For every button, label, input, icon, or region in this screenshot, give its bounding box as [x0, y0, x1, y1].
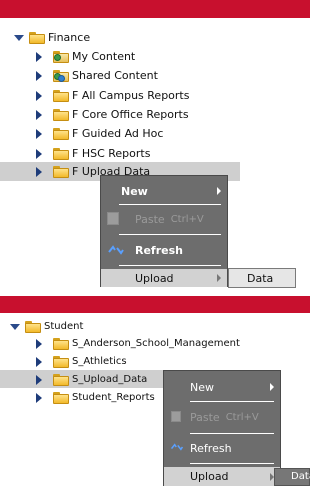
tree-label: F Core Office Reports [72, 108, 189, 121]
collapse-arrow-icon[interactable] [36, 148, 42, 159]
menu-label: Refresh [135, 243, 183, 257]
expand-arrow-icon[interactable] [10, 323, 20, 330]
submenu-arrow-icon [217, 274, 221, 282]
tree-label: Finance [48, 31, 91, 44]
upload-submenu: Data [274, 468, 310, 486]
menu-label: New [121, 184, 148, 198]
menu-label: Refresh [190, 441, 232, 455]
context-menu: New Paste Ctrl+V Refresh Upload [163, 370, 281, 486]
menu-shortcut: Ctrl+V [170, 213, 204, 225]
tree-item-f-core-office-reports[interactable]: F Core Office Reports [36, 105, 189, 124]
menu-separator [190, 433, 274, 434]
menu-separator [119, 204, 221, 205]
menu-separator [119, 265, 221, 266]
folder-icon [53, 165, 69, 178]
student-panel: Student S_Anderson_School_Management S_A… [0, 296, 310, 490]
menu-label: Paste [135, 212, 165, 226]
folder-icon [53, 147, 69, 160]
tree-item-s-anderson-school-management[interactable]: S_Anderson_School_Management [36, 334, 240, 353]
collapse-arrow-icon[interactable] [36, 51, 42, 62]
tree-label: My Content [72, 50, 136, 63]
menu-separator [190, 463, 274, 464]
menu-item-new[interactable]: New [164, 377, 280, 397]
menu-label: Upload [135, 271, 174, 285]
collapse-arrow-icon[interactable] [36, 338, 42, 349]
paste-icon [171, 411, 181, 422]
collapse-arrow-icon[interactable] [36, 374, 42, 385]
folder-icon [53, 89, 69, 102]
tree-label: F HSC Reports [72, 147, 151, 160]
paste-icon [107, 212, 119, 225]
submenu-item-data[interactable]: Data [247, 272, 273, 285]
tree-label: F All Campus Reports [72, 89, 190, 102]
menu-label: Paste [190, 410, 220, 424]
folder-icon [53, 337, 69, 350]
menu-label: Upload [190, 470, 229, 483]
submenu-arrow-icon [217, 187, 221, 195]
context-menu: New Paste Ctrl+V Refresh Upload [100, 175, 228, 287]
menu-item-refresh[interactable]: Refresh [164, 437, 280, 459]
tree-item-s-upload-data[interactable]: S_Upload_Data [36, 370, 147, 389]
folder-user-icon [53, 50, 69, 63]
collapse-arrow-icon[interactable] [36, 166, 42, 177]
folder-icon [53, 108, 69, 121]
header-bar [0, 0, 310, 18]
tree-item-f-all-campus-reports[interactable]: F All Campus Reports [36, 86, 189, 105]
tree-label: Shared Content [72, 69, 158, 82]
menu-item-new[interactable]: New [101, 180, 227, 202]
menu-item-paste[interactable]: Paste Ctrl+V [164, 405, 280, 429]
tree-label: S_Anderson_School_Management [72, 338, 240, 349]
refresh-icon [170, 443, 184, 451]
collapse-arrow-icon[interactable] [36, 90, 42, 101]
tree-item-f-guided-ad-hoc[interactable]: F Guided Ad Hoc [36, 124, 163, 143]
menu-item-refresh[interactable]: Refresh [101, 238, 227, 262]
collapse-arrow-icon[interactable] [36, 109, 42, 120]
tree-item-f-hsc-reports[interactable]: F HSC Reports [36, 144, 150, 163]
menu-shortcut: Ctrl+V [225, 411, 259, 423]
tree-label: S_Athletics [72, 356, 127, 367]
collapse-arrow-icon[interactable] [36, 128, 42, 139]
menu-separator [190, 401, 274, 402]
folder-icon [53, 127, 69, 140]
tree-item-student-reports[interactable]: Student_Reports [36, 388, 155, 407]
refresh-icon [108, 245, 124, 255]
folder-open-icon [25, 320, 41, 333]
tree-label: Student_Reports [72, 392, 155, 403]
menu-item-upload[interactable]: Upload [164, 467, 280, 486]
tree-label: S_Upload_Data [72, 374, 148, 385]
finance-panel: Finance My Content Shared Content F All … [0, 0, 310, 296]
menu-item-paste[interactable]: Paste Ctrl+V [101, 206, 227, 232]
tree-item-s-athletics[interactable]: S_Athletics [36, 352, 127, 371]
folder-open-icon [29, 31, 45, 44]
header-bar [0, 296, 310, 313]
collapse-arrow-icon[interactable] [36, 356, 42, 367]
expand-arrow-icon[interactable] [14, 34, 24, 41]
upload-submenu: Data [228, 268, 296, 288]
submenu-arrow-icon [270, 383, 274, 391]
folder-icon [53, 373, 69, 386]
submenu-item-data[interactable]: Data [291, 471, 310, 482]
collapse-arrow-icon[interactable] [36, 70, 42, 81]
menu-item-upload[interactable]: Upload [101, 269, 227, 287]
folder-icon [53, 391, 69, 404]
collapse-arrow-icon[interactable] [36, 392, 42, 403]
tree-node-finance[interactable]: Finance [14, 28, 90, 47]
tree-item-my-content[interactable]: My Content [36, 47, 135, 66]
tree-item-shared-content[interactable]: Shared Content [36, 66, 158, 85]
folder-icon [53, 355, 69, 368]
tree-label: F Guided Ad Hoc [72, 127, 164, 140]
folder-shared-icon [53, 69, 69, 82]
menu-label: New [190, 380, 214, 394]
menu-separator [119, 234, 221, 235]
